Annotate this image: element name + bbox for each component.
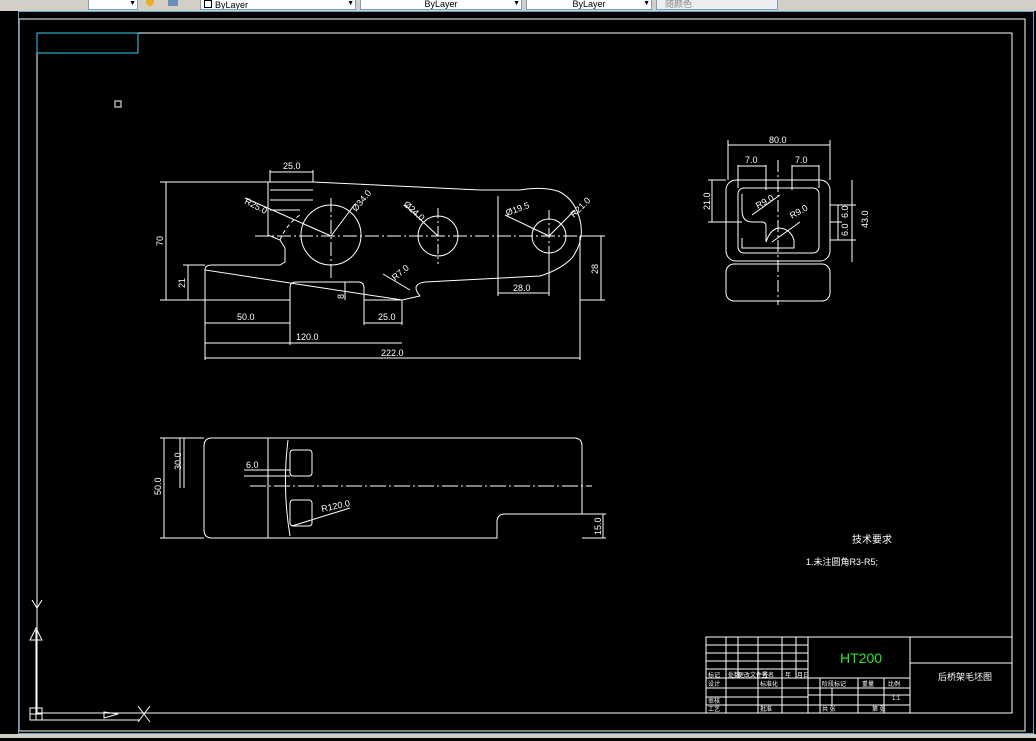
svg-text:签名: 签名 (762, 671, 774, 679)
lineweight-control-combo[interactable]: ByLayer ▼ (526, 0, 652, 10)
svg-text:设计: 设计 (708, 680, 720, 688)
linetype-control-combo[interactable]: ByLayer ▼ (360, 0, 522, 10)
dim-text: 80.0 (769, 135, 787, 145)
dim-text: Ø24.0 (402, 199, 427, 223)
dim-text: 222.0 (381, 348, 404, 358)
material-label: HT200 (840, 650, 882, 666)
front-view (160, 437, 606, 539)
title-block-text: 标记 处数 更改文件号 签名 年 月日 设计 标准化 阶段标记 重量 比例 审核… (708, 671, 901, 713)
top-view (160, 170, 605, 360)
dim-text: 50.0 (237, 312, 255, 322)
dim-text: R9.0 (754, 193, 775, 211)
layer-previous-icon[interactable] (168, 0, 178, 6)
dim-text: R21.0 (568, 195, 592, 219)
dim-text: 25.0 (283, 161, 301, 171)
dim-text: 6.0 (246, 460, 259, 470)
dim-text: 6.0 (840, 223, 850, 236)
chevron-down-icon[interactable]: ▼ (513, 0, 520, 8)
grip-point[interactable] (114, 100, 122, 108)
dim-text: R7.0 (390, 263, 411, 283)
dim-text: 50.0 (153, 477, 163, 495)
lineweight-control-value: ByLayer (572, 0, 606, 9)
dim-text: 25.0 (378, 312, 396, 322)
svg-text:第 张: 第 张 (872, 705, 886, 713)
dim-text: 70 (155, 236, 165, 246)
svg-text:阶段标记: 阶段标记 (822, 680, 846, 688)
technical-notes: 技术要求 1.未注圆角R3-R5; (806, 533, 892, 567)
svg-text:工艺: 工艺 (708, 705, 720, 713)
dim-text: 43.0 (860, 210, 870, 228)
front-view-dim-text: 30.0 50.0 6.0 R120.0 15.0 (153, 452, 603, 535)
dim-text: 6.0 (840, 205, 850, 218)
dim-text: Ø34.0 (350, 188, 373, 213)
svg-text:标记: 标记 (708, 671, 720, 679)
top-view-dim-text: 25.0 R25.0 Ø34.0 Ø24.0 Ø19.5 R21.0 R7.0 … (155, 161, 600, 358)
svg-text:重量: 重量 (862, 680, 874, 688)
chevron-down-icon[interactable]: ▼ (643, 0, 650, 8)
notes-item: 1.未注圆角R3-R5; (806, 556, 878, 567)
svg-text:标准化: 标准化 (760, 680, 778, 688)
linetype-control-value: ByLayer (424, 0, 458, 9)
dim-text: R9.0 (788, 203, 809, 221)
layer-combo[interactable]: ▼ (88, 0, 138, 10)
svg-text:审核: 审核 (708, 697, 720, 705)
inverted-title-box (36, 32, 139, 54)
dim-text: 120.0 (296, 332, 319, 342)
color-control-combo[interactable]: ByLayer ▼ (200, 0, 356, 10)
scale-ratio: 1:1 (892, 696, 901, 702)
part-name-label: 后桥架毛坯图 (938, 671, 992, 682)
svg-text:月日: 月日 (797, 672, 809, 679)
properties-toolbar: ▼ ByLayer ▼ ByLayer ▼ ByLayer ▼ 随颜色 (0, 0, 1036, 11)
svg-text:共 张: 共 张 (822, 705, 836, 713)
drawing-viewport[interactable]: 25.0 R25.0 Ø34.0 Ø24.0 Ø19.5 R21.0 R7.0 … (18, 11, 1036, 736)
dim-text: R120.0 (320, 498, 350, 514)
ucs-icon (29, 599, 151, 723)
dim-text: 8 (336, 294, 346, 299)
drawing-frame (18, 18, 1026, 732)
dim-text: R25.0 (243, 196, 269, 216)
dim-text: 28 (590, 264, 600, 274)
chevron-down-icon[interactable]: ▼ (347, 0, 354, 8)
dim-text: 7.0 (795, 155, 808, 165)
layer-state-icon[interactable] (146, 0, 154, 6)
drawing-canvas[interactable]: 25.0 R25.0 Ø34.0 Ø24.0 Ø19.5 R21.0 R7.0 … (18, 11, 1036, 736)
command-line-strip (0, 734, 1036, 738)
svg-text:年: 年 (785, 671, 791, 679)
dim-text: 15.0 (593, 517, 603, 535)
color-control-value: ByLayer (215, 0, 249, 10)
dim-text: 30.0 (173, 452, 183, 470)
plotstyle-control-combo[interactable]: 随颜色 (656, 0, 778, 10)
chevron-down-icon[interactable]: ▼ (129, 0, 136, 8)
plotstyle-control-value: 随颜色 (665, 0, 693, 9)
svg-text:比例: 比例 (888, 680, 900, 688)
dim-text: 21 (177, 278, 187, 288)
notes-title: 技术要求 (852, 533, 892, 546)
dim-text: 21.0 (702, 192, 712, 210)
side-view (708, 140, 856, 305)
dim-text: 7.0 (745, 155, 758, 165)
svg-text:批准: 批准 (760, 705, 772, 713)
color-swatch-icon (204, 0, 212, 8)
dim-text: 28.0 (513, 283, 531, 293)
dim-text: Ø19.5 (504, 200, 530, 218)
